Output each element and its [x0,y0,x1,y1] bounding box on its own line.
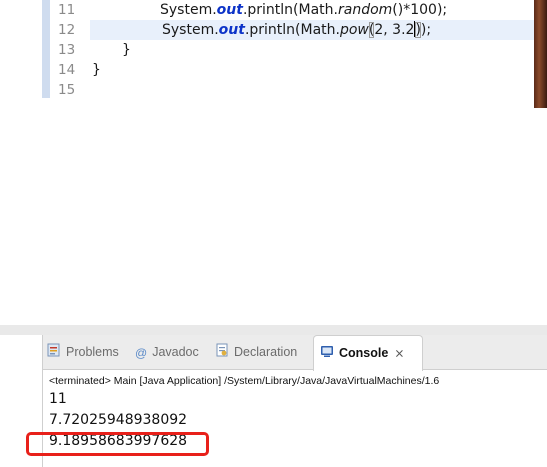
problems-icon [47,342,61,364]
tab-javadoc[interactable]: @ Javadoc [135,341,199,363]
line-number: 13 [58,42,76,58]
code-line-12[interactable]: System.out.println(Math.pow(2, 3.2)); [90,20,547,40]
view-tab-bar: Problems @ Javadoc Declaration Console ⨯ [43,335,547,371]
javadoc-icon: @ [135,345,148,360]
tab-declaration[interactable]: Declaration [215,341,297,363]
code-token: ()*100); [392,2,448,18]
code-token: System. [162,22,219,38]
code-line-13[interactable]: } [88,40,547,60]
close-icon[interactable]: ⨯ [394,346,404,360]
console-output-line: 7.72025948938092 [49,412,188,428]
tab-label: Declaration [234,345,298,359]
line-number: 12 [58,22,76,38]
declaration-icon [215,342,229,364]
code-field-token: out [218,22,245,38]
code-line-15[interactable] [88,80,547,100]
code-editor[interactable]: 11 12 13 14 15 System.out.println(Math.r… [0,0,547,325]
code-token: ); [420,22,432,38]
code-line-14[interactable]: } [88,60,547,80]
red-highlight-annotation [26,432,209,456]
code-method-token: pow [339,22,369,38]
line-number: 11 [58,2,76,18]
line-number-ruler: 11 12 13 14 15 [50,0,90,325]
editor-left-gutter [42,0,50,98]
tab-label: Javadoc [152,345,199,359]
code-token: System. [160,2,217,18]
background-photo-edge [534,0,547,108]
tab-label: Problems [66,345,119,359]
tab-console[interactable]: Console ⨯ [313,335,423,371]
console-output-line: 11 [49,391,67,407]
tab-problems[interactable]: Problems [47,341,119,363]
line-number: 15 [58,82,76,98]
code-line-11[interactable]: System.out.println(Math.random()*100); [88,0,547,20]
tab-console-content: Console ⨯ [320,342,404,364]
line-number: 14 [58,62,76,78]
code-method-token: random [337,2,393,18]
console-icon [320,343,334,365]
code-token: .println(Math. [244,22,340,38]
panel-divider[interactable] [0,325,547,335]
code-field-token: out [216,2,243,18]
console-status-line: <terminated> Main [Java Application] /Sy… [49,375,440,387]
code-token: 2, 3.2 [374,22,415,38]
code-token: .println(Math. [242,2,338,18]
tab-label: Console [339,346,389,360]
